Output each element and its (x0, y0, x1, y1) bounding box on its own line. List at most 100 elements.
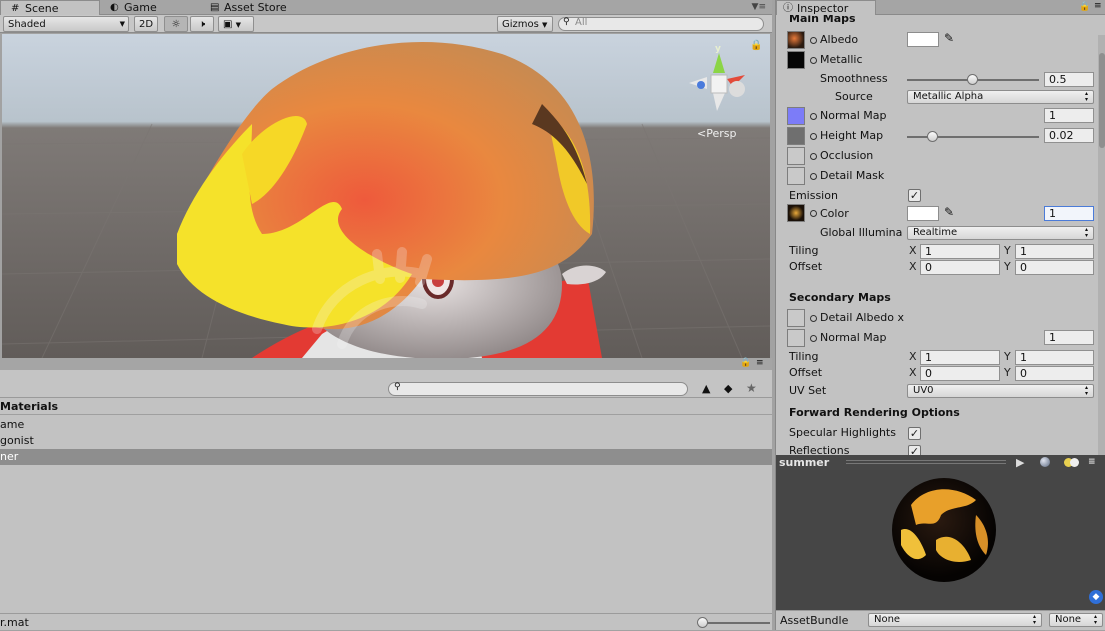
eyedropper-icon[interactable]: ✎ (944, 205, 954, 219)
secondary-offset-y-axis-label: Y (1004, 366, 1011, 379)
tiling-x-field[interactable]: 1 (920, 244, 1000, 259)
albedo-color-field[interactable] (907, 32, 939, 47)
inspector-scrollbar[interactable] (1098, 35, 1105, 455)
source-dropdown-value: Metallic Alpha (913, 91, 984, 102)
lock-icon[interactable]: 🔒 (1079, 2, 1090, 12)
material-preview[interactable]: ◆ (776, 470, 1105, 610)
inspector-scrollbar-thumb[interactable] (1099, 53, 1105, 148)
tiling-x-axis-label: X (909, 244, 917, 257)
secondary-tiling-x-field[interactable]: 1 (920, 350, 1000, 365)
emission-label: Emission (789, 189, 838, 202)
tab-asset-store[interactable]: ▤ Asset Store (200, 0, 310, 15)
filter-by-type-icon[interactable]: ▲ (702, 382, 710, 395)
character-hand (562, 265, 606, 285)
forward-rendering-heading: Forward Rendering Options (789, 406, 960, 419)
reflections-checkbox[interactable]: ✓ (908, 445, 921, 455)
gizmo-y-label: y (715, 44, 721, 54)
tab-scene[interactable]: # Scene (0, 0, 100, 15)
tiling-y-field[interactable]: 1 (1015, 244, 1094, 259)
specular-highlights-checkbox[interactable]: ✓ (908, 427, 921, 440)
metallic-picker-icon[interactable] (810, 57, 817, 64)
offset-y-field[interactable]: 0 (1015, 260, 1094, 275)
folder-header: Materials (0, 399, 772, 415)
shading-mode-dropdown[interactable]: Shaded ▼ (3, 16, 129, 32)
asset-bundle-variant-dropdown[interactable]: None (1049, 613, 1103, 627)
normal-map-picker-icon[interactable] (810, 113, 817, 120)
2d-toggle-button[interactable]: 2D (134, 16, 158, 32)
orientation-gizmo[interactable]: y (687, 39, 757, 119)
detail-normal-map-scale-field[interactable]: 1 (1044, 330, 1094, 345)
asset-label-icon[interactable]: ◆ (1089, 590, 1103, 604)
gizmos-label: Gizmos (502, 19, 539, 30)
detail-normal-map-texture-slot[interactable] (787, 329, 805, 347)
lock-icon[interactable]: 🔒 (740, 358, 751, 368)
panel-splitter[interactable]: 🔒 ≡ (0, 358, 772, 370)
lock-icon[interactable]: 🔒 (750, 40, 762, 51)
detail-albedo-picker-icon[interactable] (810, 315, 817, 322)
projection-label[interactable]: <Persp (697, 127, 736, 140)
offset-x-field[interactable]: 0 (920, 260, 1000, 275)
height-map-label: Height Map (820, 129, 884, 142)
emission-picker-icon[interactable] (810, 210, 817, 217)
preview-menu-icon[interactable]: ≡ (1088, 455, 1096, 470)
icon-size-slider-track[interactable] (700, 622, 770, 624)
emission-intensity-field[interactable]: 1 (1044, 206, 1094, 221)
detail-mask-texture-slot[interactable] (787, 167, 805, 185)
asset-bundle-name-dropdown[interactable]: None (868, 613, 1042, 627)
list-item[interactable]: gonist (0, 433, 772, 449)
asset-bundle-label: AssetBundle (780, 614, 849, 627)
scene-lighting-button[interactable]: ☼ (164, 16, 188, 32)
detail-albedo-texture-slot[interactable] (787, 309, 805, 327)
preview-sphere-icon[interactable] (1040, 457, 1050, 467)
albedo-texture-slot[interactable] (787, 31, 805, 49)
icon-size-slider-knob[interactable] (697, 617, 708, 628)
project-search-input[interactable]: ⚲ (388, 382, 688, 396)
occlusion-texture-slot[interactable] (787, 147, 805, 165)
emission-texture-slot[interactable] (787, 204, 805, 222)
eyedropper-icon[interactable]: ✎ (944, 31, 954, 45)
tab-game[interactable]: ◐ Game (100, 0, 200, 15)
panel-menu-icon[interactable]: ≡ (1094, 1, 1102, 11)
panel-menu-icon[interactable]: ▼≡ (752, 2, 766, 12)
list-item-selected[interactable]: ner (0, 449, 772, 465)
preview-drag-handle[interactable] (846, 460, 1006, 464)
occlusion-picker-icon[interactable] (810, 153, 817, 160)
2d-toggle-label: 2D (139, 19, 154, 30)
favorite-star-icon[interactable]: ★ (746, 381, 757, 395)
scene-effects-button[interactable]: ▣ ▼ (218, 16, 254, 32)
smoothness-value-field[interactable]: 0.5 (1044, 72, 1094, 87)
scene-audio-button[interactable]: 🕨 (190, 16, 214, 32)
metallic-texture-slot[interactable] (787, 51, 805, 69)
height-map-picker-icon[interactable] (810, 133, 817, 140)
height-map-texture-slot[interactable] (787, 127, 805, 145)
emission-checkbox[interactable]: ✓ (908, 189, 921, 202)
global-illumination-dropdown[interactable]: Realtime (907, 226, 1094, 240)
play-icon[interactable]: ▶ (1016, 455, 1024, 470)
emission-color-field[interactable] (907, 206, 939, 221)
persp-icon: < (697, 127, 707, 140)
normal-map-texture-slot[interactable] (787, 107, 805, 125)
detail-mask-picker-icon[interactable] (810, 173, 817, 180)
tab-inspector[interactable]: ⓘ Inspector (776, 0, 876, 15)
preview-light-icon[interactable] (1064, 458, 1080, 467)
smoothness-slider-knob[interactable] (967, 74, 978, 85)
secondary-maps-heading: Secondary Maps (789, 291, 891, 304)
albedo-picker-icon[interactable] (810, 37, 817, 44)
search-icon: ⚲ (394, 382, 401, 392)
emission-color-label: Color (820, 207, 849, 220)
uv-set-dropdown[interactable]: UV0 (907, 384, 1094, 398)
source-dropdown[interactable]: Metallic Alpha (907, 90, 1094, 104)
secondary-offset-y-field[interactable]: 0 (1015, 366, 1094, 381)
normal-map-scale-field[interactable]: 1 (1044, 108, 1094, 123)
filter-by-label-icon[interactable]: ◆ (724, 382, 732, 395)
scene-search-input[interactable]: ⚲ All (558, 17, 764, 31)
gizmos-dropdown[interactable]: Gizmos ▼ (497, 16, 553, 32)
height-value-field[interactable]: 0.02 (1044, 128, 1094, 143)
height-slider-knob[interactable] (927, 131, 939, 142)
detail-normal-map-picker-icon[interactable] (810, 335, 817, 342)
list-item[interactable]: ame (0, 417, 772, 433)
panel-menu-icon[interactable]: ≡ (756, 358, 764, 368)
scene-viewport[interactable]: y <Persp 🔒 (2, 34, 770, 358)
secondary-tiling-y-field[interactable]: 1 (1015, 350, 1094, 365)
secondary-offset-x-field[interactable]: 0 (920, 366, 1000, 381)
